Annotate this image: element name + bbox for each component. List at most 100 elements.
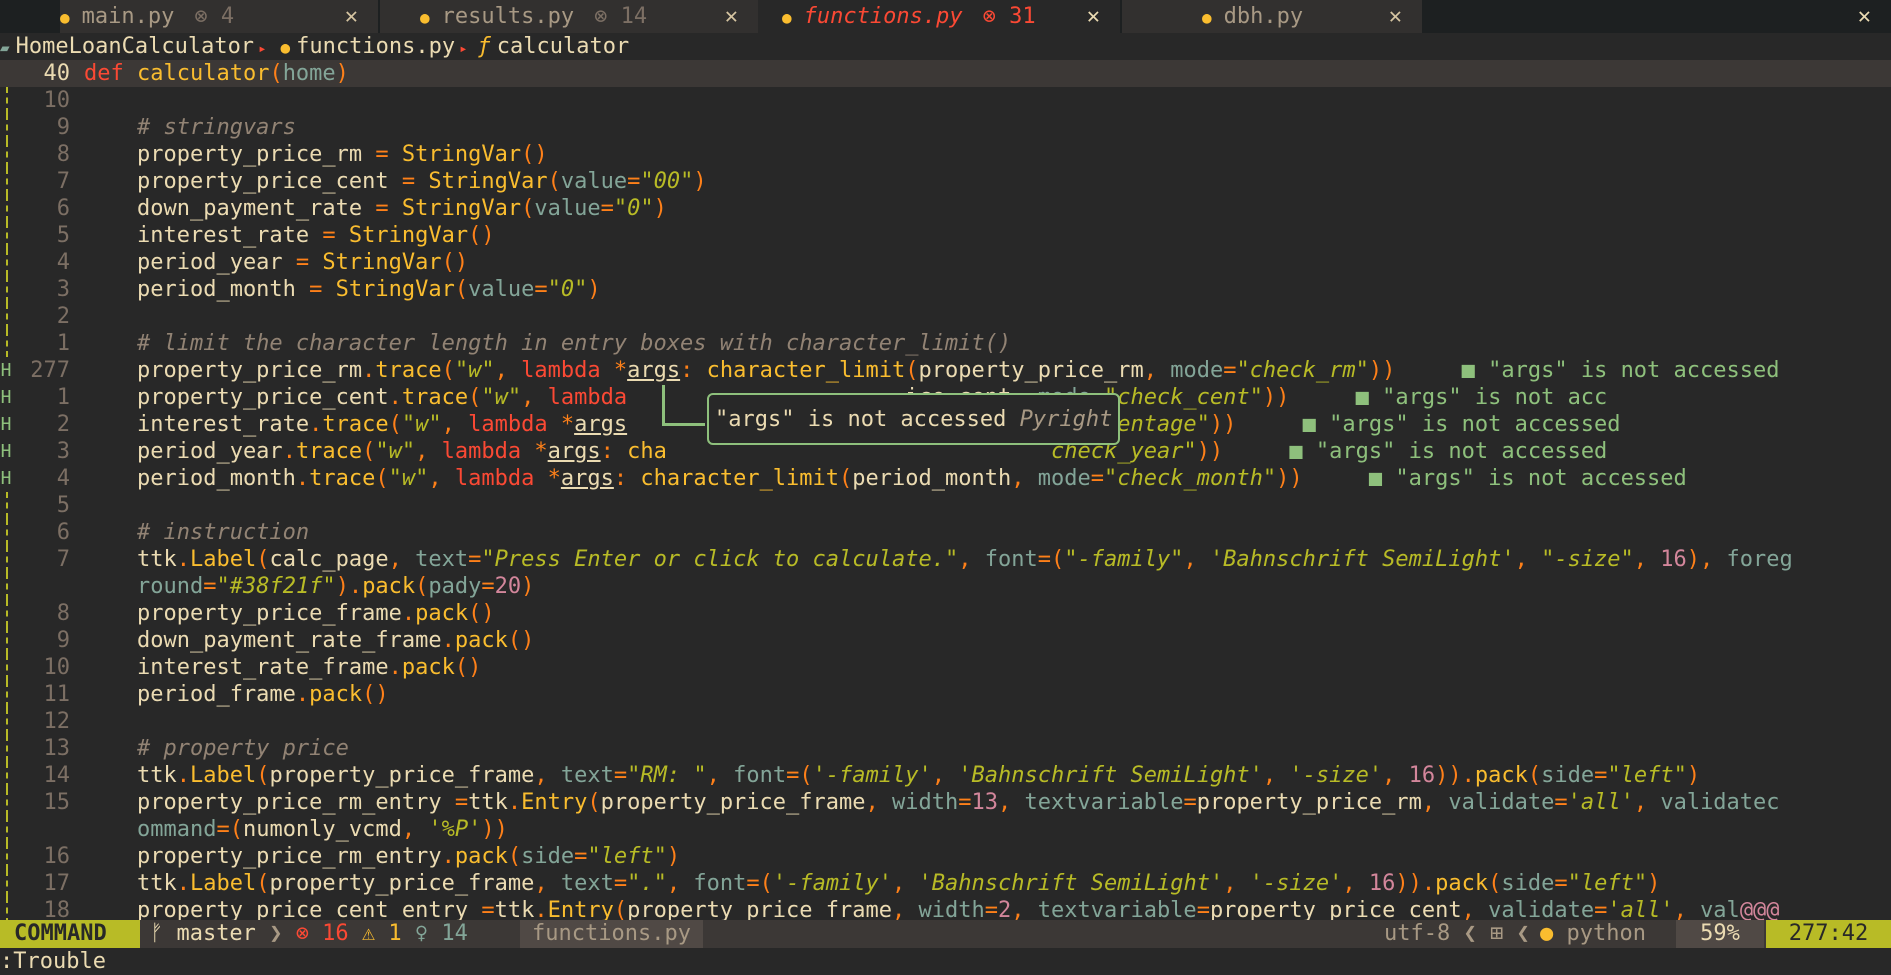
code-token: ,: [1514, 547, 1542, 572]
code-editor[interactable]: 40 def calculator(home) 10 9 # stringvars 8 …: [0, 60, 1891, 920]
tab-dbh-py[interactable]: ● dbh.py ✕: [1122, 0, 1422, 33]
code-token: (: [388, 412, 402, 437]
code-token: ttk: [468, 790, 508, 815]
tab-results-py[interactable]: ● results.py ⊗ 14 ✕: [380, 0, 758, 33]
breadcrumb-project[interactable]: HomeLoanCalculator: [16, 34, 254, 59]
code-token: property_price_cent_entry: [84, 898, 482, 920]
code-token: # instruction: [84, 520, 310, 545]
code-token: args: [547, 439, 601, 464]
close-icon[interactable]: ✕: [725, 0, 738, 33]
code-line[interactable]: 9 down_payment_rate_frame.pack(): [0, 627, 1891, 654]
indent-guide: [6, 762, 8, 789]
code-line[interactable]: H 277 property_price_rm.trace("w", lambda…: [0, 357, 1891, 384]
indent-guide: [6, 303, 8, 330]
windows-icon: ⊞: [1489, 921, 1504, 946]
code-line[interactable]: 10 interest_rate_frame.pack(): [0, 654, 1891, 681]
code-line[interactable]: 7 ttk.Label(calc_page, text="Press Enter…: [0, 546, 1891, 573]
code-token: validate: [1448, 790, 1555, 815]
code-line[interactable]: 40 def calculator(home): [0, 60, 1891, 87]
code-token: 'all': [1607, 898, 1674, 920]
code-token: (: [1488, 871, 1502, 896]
code-line[interactable]: 9 # stringvars: [0, 114, 1891, 141]
code-line[interactable]: 1 # limit the character length in entry …: [0, 330, 1891, 357]
close-icon[interactable]: ✕: [1389, 0, 1402, 33]
python-file-icon: ●: [420, 8, 430, 27]
hover-source: Pyright: [1019, 407, 1113, 432]
window-close-icon[interactable]: ✕: [1858, 0, 1871, 33]
code-line[interactable]: ommand=(numonly_vcmd, '%P')): [0, 816, 1891, 843]
code-token: =: [1037, 547, 1051, 572]
code-token: calc_page: [269, 547, 389, 572]
close-icon[interactable]: ✕: [345, 0, 358, 33]
code-token: args: [627, 358, 681, 383]
code-line[interactable]: 13 # property price: [0, 735, 1891, 762]
tab-functions-py[interactable]: ● functions.py ⊗ 31 ✕: [758, 0, 1120, 33]
code-token: "-size": [1541, 547, 1634, 572]
code-token: (: [905, 358, 919, 383]
code-token: "w": [401, 412, 442, 437]
code-token: property_price_cent: [84, 169, 402, 194]
code-token: =: [481, 898, 495, 920]
python-file-icon: ●: [60, 8, 70, 27]
code-line[interactable]: 7 property_price_cent = StringVar(value=…: [0, 168, 1891, 195]
code-line[interactable]: 10: [0, 87, 1891, 114]
code-line[interactable]: 6 down_payment_rate = StringVar(value="0…: [0, 195, 1891, 222]
code-line[interactable]: 11 period_frame.pack(): [0, 681, 1891, 708]
line-number: 16: [43, 844, 71, 869]
warning-count: ⚠ 1: [361, 921, 402, 946]
line-text: # property price: [84, 735, 349, 762]
code-token: property_price_cent: [1209, 898, 1462, 920]
code-line[interactable]: H4 period_month.trace("w", lambda *args:…: [0, 465, 1891, 492]
code-token: (: [229, 817, 243, 842]
code-token: (: [256, 763, 270, 788]
code-line[interactable]: 15 property_price_rm_entry =ttk.Entry(pr…: [0, 789, 1891, 816]
indent-guide: [6, 492, 8, 519]
code-token: (: [415, 574, 429, 599]
code-token: =: [1196, 898, 1210, 920]
code-token: property_price_rm_entry: [84, 844, 442, 869]
breadcrumb-file[interactable]: functions.py: [296, 34, 455, 59]
indent-guide: [6, 276, 8, 303]
breadcrumb-symbol[interactable]: calculator: [497, 34, 629, 59]
code-token: character_limit: [640, 466, 840, 491]
code-token: ,: [892, 871, 919, 896]
diagnostic-hint: ■ "args" is not accessed: [1368, 466, 1687, 491]
code-token: =: [309, 277, 323, 302]
tab-label: dbh.py: [1223, 4, 1304, 29]
code-line[interactable]: 18 property_price_cent_entry =ttk.Entry(…: [0, 897, 1891, 920]
code-token: numonly_vcmd: [242, 817, 402, 842]
code-line[interactable]: 14 ttk.Label(property_price_frame, text=…: [0, 762, 1891, 789]
code-line[interactable]: 17 ttk.Label(property_price_frame, text=…: [0, 870, 1891, 897]
tab-main-py[interactable]: ● main.py ⊗ 4 ✕: [60, 0, 378, 33]
code-token: side: [521, 844, 575, 869]
code-line[interactable]: 5: [0, 492, 1891, 519]
code-line[interactable]: 3 period_month = StringVar(value="0"): [0, 276, 1891, 303]
code-line[interactable]: 8 property_price_rm = StringVar(): [0, 141, 1891, 168]
code-token: ),: [1686, 547, 1727, 572]
code-token: =: [958, 790, 972, 815]
code-line[interactable]: 6 # instruction: [0, 519, 1891, 546]
code-token: "w": [375, 439, 416, 464]
code-line[interactable]: round="#38f21f").pack(pady=20): [0, 573, 1891, 600]
code-token: (: [839, 466, 853, 491]
indent-guide: [6, 681, 8, 708]
code-token: .: [362, 358, 376, 383]
code-token: (: [362, 439, 376, 464]
code-line[interactable]: 2: [0, 303, 1891, 330]
code-token: =: [984, 898, 998, 920]
close-icon[interactable]: ✕: [1087, 0, 1100, 33]
code-token: pack: [1435, 871, 1489, 896]
git-sign: H: [0, 441, 12, 462]
code-line[interactable]: 4 period_year = StringVar(): [0, 249, 1891, 276]
code-token: )).: [1395, 871, 1436, 896]
code-token: calculator: [136, 61, 270, 86]
code-line[interactable]: 8 property_price_frame.pack(): [0, 600, 1891, 627]
command-line[interactable]: :Trouble: [0, 948, 106, 975]
code-line[interactable]: 16 property_price_rm_entry.pack(side="le…: [0, 843, 1891, 870]
code-token: period_year: [84, 250, 296, 275]
code-token: mode: [1170, 358, 1224, 383]
diagnostic-hint: ■ "args" is not accessed: [1461, 358, 1780, 383]
code-line[interactable]: 12: [0, 708, 1891, 735]
code-line[interactable]: 5 interest_rate = StringVar(): [0, 222, 1891, 249]
